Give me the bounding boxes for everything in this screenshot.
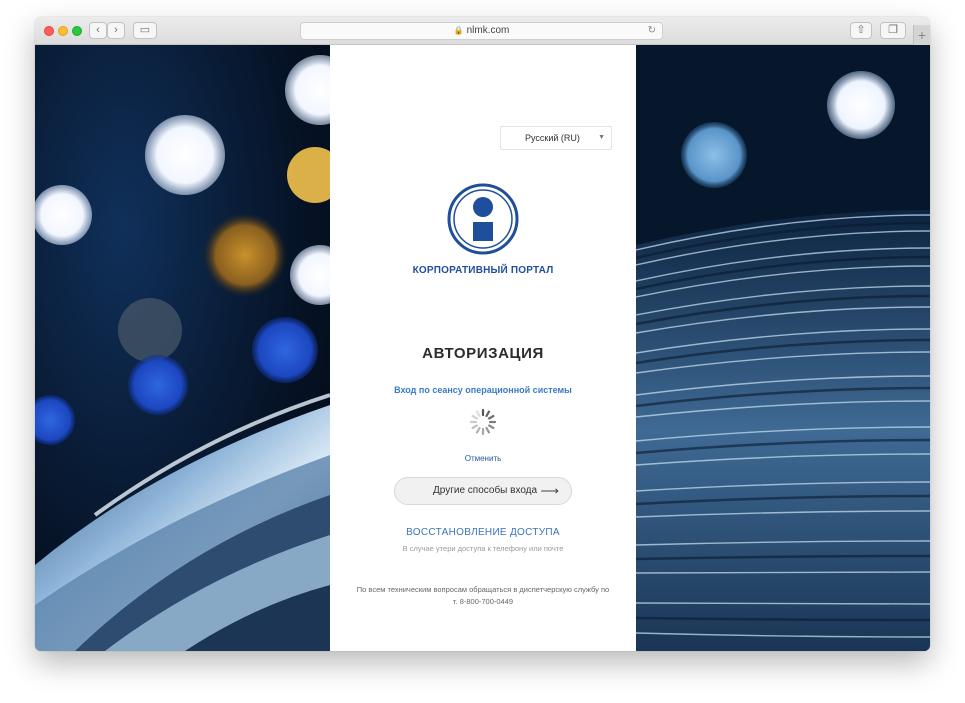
other-login-methods-label: Другие способы входа (433, 485, 538, 496)
browser-window: ‹ › ▭ 🔒 nlmk.com ↻ ⇧ ❐ + Русский (RU) ▼ … (35, 17, 930, 651)
browser-toolbar: ‹ › ▭ 🔒 nlmk.com ↻ ⇧ ❐ + (35, 17, 930, 45)
share-icon[interactable]: ⇧ (850, 22, 872, 39)
minimize-window-button[interactable] (58, 26, 68, 36)
new-tab-button[interactable]: + (913, 25, 930, 45)
language-select-value: Русский (RU) (525, 133, 580, 143)
left-background-image (35, 45, 330, 651)
chevron-down-icon: ▼ (598, 134, 605, 141)
restore-access-link[interactable]: ВОССТАНОВЛЕНИЕ ДОСТУПА (330, 527, 636, 538)
portal-logo-icon (447, 183, 519, 255)
right-background-image (636, 45, 930, 651)
tabs-overview-icon[interactable]: ❐ (880, 22, 906, 39)
language-select[interactable]: Русский (RU) ▼ (500, 126, 612, 150)
lock-icon: 🔒 (453, 26, 464, 35)
restore-access-hint: В случае утери доступа к телефону или по… (402, 544, 564, 553)
zoom-window-button[interactable] (72, 26, 82, 36)
login-panel: Русский (RU) ▼ КОРПОРАТИВНЫЙ ПОРТАЛ АВТО… (330, 45, 636, 651)
close-window-button[interactable] (44, 26, 54, 36)
loading-spinner-icon (469, 408, 497, 436)
arrow-right-icon: ⟶ (540, 483, 559, 498)
portal-title: КОРПОРАТИВНЫЙ ПОРТАЛ (412, 265, 554, 276)
other-login-methods-button[interactable]: Другие способы входа ⟶ (394, 477, 572, 505)
page-title: АВТОРИЗАЦИЯ (422, 345, 544, 362)
sso-login-status: Вход по сеансу операционной системы (394, 385, 572, 395)
address-bar[interactable]: 🔒 nlmk.com ↻ (300, 22, 663, 40)
right-steel-coil-image (636, 71, 930, 651)
cancel-link[interactable]: Отменить (330, 454, 636, 463)
reload-icon[interactable]: ↻ (648, 23, 656, 39)
support-contact-text: По всем техническим вопросам обращаться … (356, 585, 610, 606)
sidebar-toggle-icon[interactable]: ▭ (133, 22, 157, 39)
url-text: nlmk.com (466, 25, 510, 36)
back-button[interactable]: ‹ (89, 22, 107, 39)
page-content: Русский (RU) ▼ КОРПОРАТИВНЫЙ ПОРТАЛ АВТО… (35, 45, 930, 651)
left-steel-coil-image (35, 55, 330, 651)
forward-button[interactable]: › (107, 22, 125, 39)
